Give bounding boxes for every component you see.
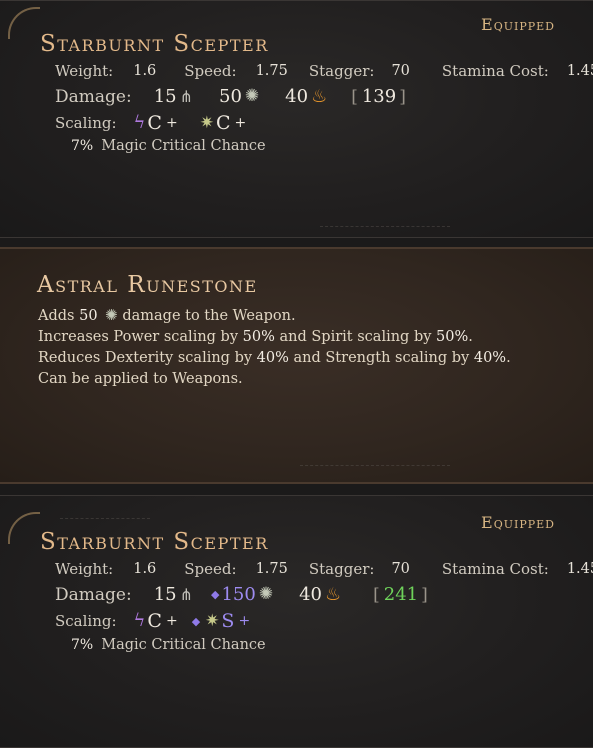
stats-row: Weight: 1.6 Speed: 1.75 Stagger: 70 Stam… <box>55 560 593 578</box>
physical-damage-value: 15 <box>153 584 177 605</box>
speed-label: Speed: <box>184 62 237 80</box>
spiral-arcane-icon: ✺ <box>244 86 260 106</box>
crit-row: 7% Magic Critical Chance <box>71 138 266 154</box>
weight-value: 1.6 <box>133 63 157 79</box>
spirit-scaling-grade: C <box>215 112 231 134</box>
runestone-card: Astral Runestone Adds 50 ✺ damage to the… <box>0 247 593 484</box>
flame-fire-icon: ♨ <box>311 85 328 107</box>
crit-chance-value: 7% <box>71 138 94 154</box>
physical-damage-value: 15 <box>153 86 177 107</box>
damage-label: Damage: <box>55 584 132 605</box>
stamina-cost-label: Stamina Cost: <box>441 62 549 80</box>
stats-row: Weight: 1.6 Speed: 1.75 Stagger: 70 Stam… <box>55 62 593 80</box>
spiral-arcane-icon: ✺ <box>258 584 274 604</box>
line2-text-c: and Spirit scaling by <box>279 329 432 345</box>
spirit-scaling-grade: S <box>221 610 235 632</box>
power-scaling-plus: + <box>165 613 178 629</box>
weight-value: 1.6 <box>133 561 157 577</box>
item-title: Starburnt Scepter <box>40 529 269 555</box>
scaling-label: Scaling: <box>55 612 117 630</box>
fire-damage-value: 40 <box>299 584 322 605</box>
fire-damage-value: 40 <box>285 86 309 107</box>
line3-text-c: and Strength scaling by <box>293 350 470 366</box>
line3-period: . <box>506 350 511 366</box>
corner-ornament <box>8 512 40 544</box>
flame-fire-icon: ♨ <box>325 583 342 605</box>
lightning-power-icon: ϟ <box>133 610 146 631</box>
crit-chance-text: Magic Critical Chance <box>101 138 266 154</box>
scaling-row: Scaling: ϟ C + ◆ ✷ S + <box>55 610 250 632</box>
arcane-damage-value: 150 <box>221 584 256 605</box>
damage-row: Damage: 15 ⋔ ◆ 150 ✺ 40 ♨ [ 241 ] <box>55 584 428 605</box>
stamina-cost-value: 1.45 <box>566 561 593 577</box>
spirit-scaling-plus: + <box>238 613 251 629</box>
stamina-cost-label: Stamina Cost: <box>441 560 549 578</box>
arcane-damage-value: 50 <box>219 86 242 107</box>
total-damage-value: 241 <box>383 584 419 605</box>
damage-label: Damage: <box>55 86 132 107</box>
runestone-title: Astral Runestone <box>37 272 258 298</box>
runestone-line-3: Reduces Dexterity scaling by 40% and Str… <box>38 350 511 366</box>
bracket-open: [ <box>351 86 358 107</box>
speed-label: Speed: <box>184 560 237 578</box>
line1-prefix: Adds <box>38 308 75 324</box>
line1-suffix: damage to the Weapon. <box>122 308 296 324</box>
equipped-item-card: Equipped Starburnt Scepter Weight: 1.6 S… <box>0 0 593 238</box>
preview-item-card: Equipped Starburnt Scepter Weight: 1.6 S… <box>0 495 593 748</box>
lightning-power-icon: ϟ <box>133 112 146 133</box>
power-scaling-grade: C <box>147 610 162 632</box>
power-scaling-grade: C <box>147 112 162 134</box>
stamina-cost-value: 1.45 <box>566 63 593 79</box>
speed-value: 1.75 <box>255 561 288 577</box>
equipped-label: Equipped <box>481 15 555 34</box>
claw-physical-icon: ⋔ <box>179 86 194 106</box>
sun-spirit-icon: ✷ <box>205 610 220 631</box>
crit-chance-text: Magic Critical Chance <box>101 637 266 653</box>
bottom-ornament <box>300 465 450 478</box>
stagger-label: Stagger: <box>308 560 375 578</box>
runestone-gem-icon: ◆ <box>191 614 201 628</box>
claw-physical-icon: ⋔ <box>179 584 194 604</box>
stagger-value: 70 <box>391 561 410 577</box>
runestone-line-4: Can be applied to Weapons. <box>38 371 243 387</box>
bracket-open: [ <box>373 584 380 605</box>
runestone-line-1: Adds 50 ✺ damage to the Weapon. <box>38 306 296 325</box>
bottom-ornament <box>320 226 450 239</box>
crit-chance-value: 7% <box>71 637 94 653</box>
bracket-close: ] <box>421 584 428 605</box>
sun-spirit-icon: ✷ <box>199 112 214 133</box>
line2-power-pct: 50% <box>242 329 275 345</box>
line3-dex-pct: 40% <box>256 350 289 366</box>
scaling-label: Scaling: <box>55 114 117 132</box>
line2-period: . <box>468 329 473 345</box>
stagger-label: Stagger: <box>308 62 375 80</box>
speed-value: 1.75 <box>255 63 288 79</box>
line3-text-a: Reduces Dexterity scaling by <box>38 350 253 366</box>
line2-spirit-pct: 50% <box>436 329 469 345</box>
scaling-row: Scaling: ϟ C + ✷ C + <box>55 112 246 134</box>
stagger-value: 70 <box>391 63 410 79</box>
equipped-label: Equipped <box>481 513 555 532</box>
weight-label: Weight: <box>55 560 114 578</box>
line1-amount: 50 <box>79 308 98 324</box>
item-title: Starburnt Scepter <box>40 31 269 57</box>
power-scaling-plus: + <box>165 115 178 131</box>
line3-str-pct: 40% <box>473 350 507 366</box>
spiral-arcane-icon: ✺ <box>105 306 118 324</box>
runestone-gem-icon: ◆ <box>211 588 220 601</box>
runestone-line-2: Increases Power scaling by 50% and Spiri… <box>38 329 473 345</box>
corner-ornament <box>8 7 40 39</box>
weight-label: Weight: <box>55 62 114 80</box>
spirit-scaling-plus: + <box>234 115 247 131</box>
line2-text-a: Increases Power scaling by <box>38 329 239 345</box>
damage-row: Damage: 15 ⋔ 50 ✺ 40 ♨ [ 139 ] <box>55 86 406 107</box>
total-damage-value: 139 <box>361 86 397 107</box>
crit-row: 7% Magic Critical Chance <box>71 637 266 653</box>
bracket-close: ] <box>399 86 406 107</box>
